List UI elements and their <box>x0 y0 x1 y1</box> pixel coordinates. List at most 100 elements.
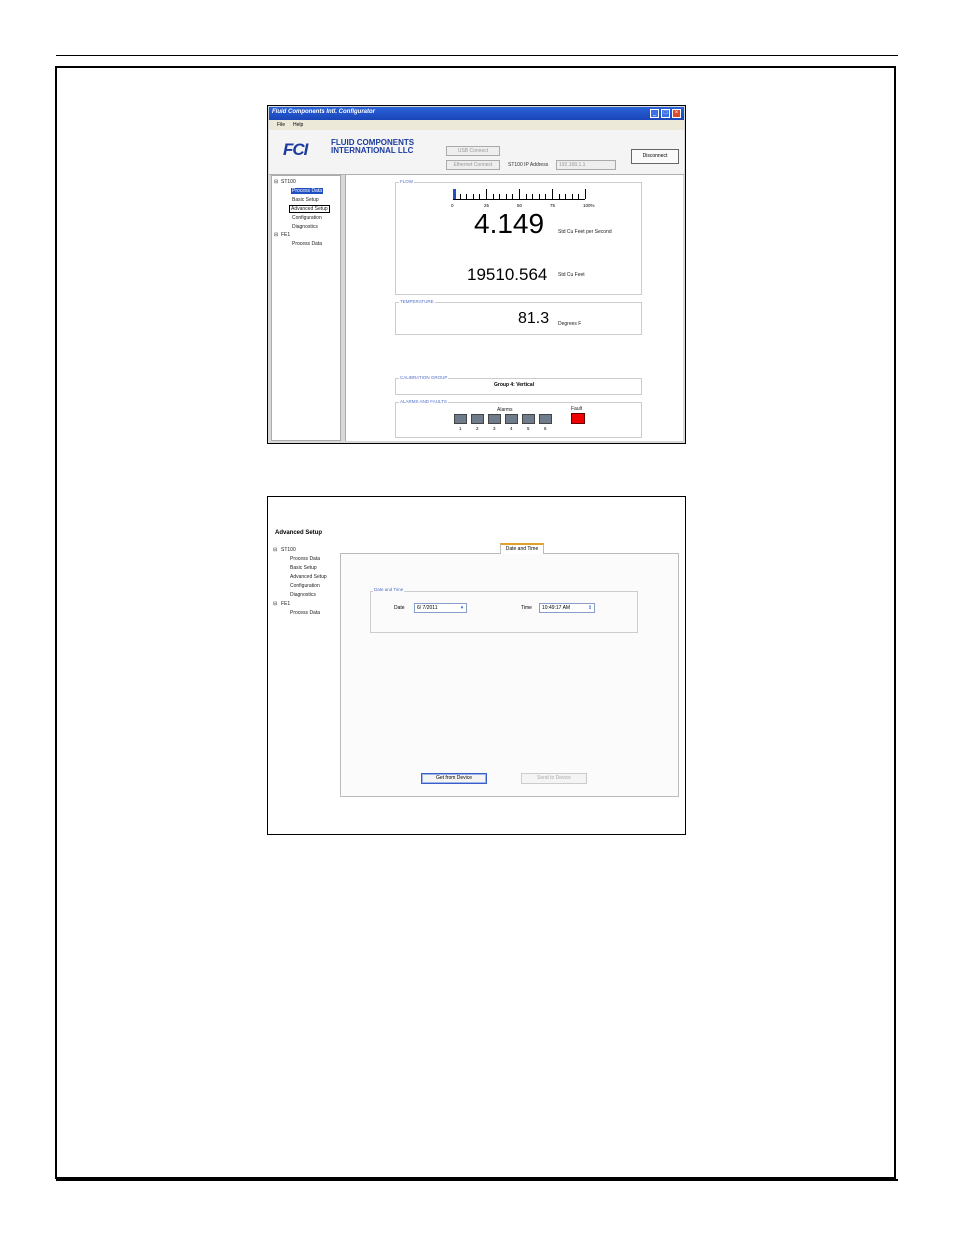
date-value: 6/ 7/2011 <box>417 605 438 611</box>
alarm-number: 1 <box>459 426 462 431</box>
flow-scale-line <box>453 199 585 200</box>
flow-scale-tick-label: 25 <box>484 203 490 208</box>
flow-level-needle <box>453 189 457 199</box>
flow-scale-tick <box>499 194 501 199</box>
close-icon[interactable]: × <box>672 109 681 118</box>
flow-scale-tick <box>519 189 520 199</box>
app-header: FCI FLUID COMPONENTS INTERNATIONAL LLC U… <box>269 130 684 175</box>
tree-item-process-data[interactable]: Process Data <box>291 188 324 194</box>
alarm-indicator <box>539 414 552 424</box>
maximize-icon[interactable]: □ <box>661 109 670 118</box>
get-from-device-button[interactable]: Get from Device <box>421 773 487 784</box>
tree-expand-icon[interactable]: ⊟ <box>274 232 278 238</box>
flow-scale-tick-label: 50 <box>517 203 523 208</box>
menu-bar: File Help <box>269 120 684 130</box>
flow-rate-unit: Std Cu Feet per Second <box>558 229 612 235</box>
date-time-group <box>370 591 638 633</box>
temperature-group-label: TEMPERATURE <box>399 299 435 304</box>
alarm-number: 4 <box>510 426 513 431</box>
tree-item-diagnostics[interactable]: Diagnostics <box>292 224 318 230</box>
calibration-value: Group 4: Vertical <box>494 382 535 388</box>
send-to-device-button[interactable]: Send to Device <box>521 773 587 784</box>
calibration-group-label: CALIBRATION GROUP <box>399 375 449 380</box>
flow-scale-tick <box>565 194 567 199</box>
time-value: 10:49:17 AM <box>542 605 571 611</box>
tree-item-diagnostics[interactable]: Diagnostics <box>290 592 316 598</box>
flow-scale-tick <box>492 194 494 199</box>
fci-logo-mark: FCI <box>283 140 308 159</box>
alarms-group <box>395 402 642 438</box>
tree-root-st100[interactable]: ST100 <box>281 179 296 185</box>
footer-rule <box>56 1179 898 1181</box>
flow-total-unit: Std Cu Feet <box>558 272 585 278</box>
ip-address-field[interactable]: 192.168.1.1 <box>556 160 616 170</box>
alarm-indicator <box>522 414 535 424</box>
disconnect-button[interactable]: Disconnect <box>631 149 679 164</box>
tree-item-process-data[interactable]: Process Data <box>290 556 320 562</box>
menu-file[interactable]: File <box>277 122 285 128</box>
fci-logo-text: FLUID COMPONENTS INTERNATIONAL LLC <box>331 139 414 155</box>
advanced-setup-title: Advanced Setup <box>275 530 323 536</box>
window-title: Fluid Components Intl. Configurator <box>272 109 375 115</box>
advanced-setup-screenshot: Advanced Setup ⊟ ST100 Process Data Basi… <box>267 496 686 835</box>
usb-connect-button[interactable]: USB Connect <box>446 146 500 156</box>
flow-scale-tick <box>545 194 547 199</box>
device-tree-2: ⊟ ST100 Process Data Basic Setup Advance… <box>273 544 339 624</box>
logo-line-2: INTERNATIONAL LLC <box>331 146 414 155</box>
tree-item-fe-process-data[interactable]: Process Data <box>292 241 322 247</box>
alarms-group-label: ALARMS AND FAULTS <box>399 399 448 404</box>
alarm-number: 3 <box>493 426 496 431</box>
flow-scale-tick <box>558 194 560 199</box>
flow-scale-tick-label: 0 <box>451 203 454 208</box>
tab-date-and-time[interactable]: Date and Time <box>500 543 544 554</box>
time-label: Time <box>521 605 532 611</box>
tree-item-basic-setup[interactable]: Basic Setup <box>292 197 319 203</box>
flow-scale-tick <box>578 194 580 199</box>
tree-expand-icon[interactable]: ⊟ <box>274 179 278 185</box>
tree-root-fe1[interactable]: FE1 <box>281 601 290 607</box>
tree-item-fe-process-data[interactable]: Process Data <box>290 610 320 616</box>
chevron-down-icon[interactable]: ▾ <box>458 604 466 612</box>
temperature-value: 81.3 <box>518 310 550 327</box>
temperature-unit: Degrees F <box>558 321 582 327</box>
alarm-indicator <box>488 414 501 424</box>
tree-item-advanced-setup[interactable]: Advanced Setup <box>289 205 330 213</box>
ethernet-connect-button[interactable]: Ethernet Connect <box>446 160 500 170</box>
flow-scale-tick <box>472 194 474 199</box>
date-label: Date <box>394 605 405 611</box>
alarm-number: 5 <box>527 426 530 431</box>
tree-item-configuration[interactable]: Configuration <box>290 583 320 589</box>
minimize-icon[interactable]: _ <box>650 109 659 118</box>
flow-scale-tick <box>459 194 461 199</box>
flow-scale-tick-label: 75 <box>550 203 556 208</box>
alarm-indicator <box>505 414 518 424</box>
time-picker[interactable]: 10:49:17 AM ⇕ <box>539 603 595 613</box>
date-picker[interactable]: 6/ 7/2011 ▾ <box>414 603 467 613</box>
device-tree: ⊟ ST100 Process Data Basic Setup Advance… <box>271 175 341 441</box>
tree-item-basic-setup[interactable]: Basic Setup <box>290 565 317 571</box>
tree-root-fe1[interactable]: FE1 <box>281 232 290 238</box>
spinner-icon[interactable]: ⇕ <box>586 604 594 612</box>
flow-scale-tick <box>538 194 540 199</box>
menu-help[interactable]: Help <box>293 122 303 128</box>
alarm-indicator <box>471 414 484 424</box>
tree-item-configuration[interactable]: Configuration <box>292 215 322 221</box>
flow-scale-tick <box>585 189 586 199</box>
header-rule <box>56 55 898 56</box>
flow-scale-tick <box>532 194 534 199</box>
flow-scale-tick <box>525 194 527 199</box>
flow-scale-tick-label: 100% <box>583 203 595 208</box>
flow-scale-tick <box>505 194 507 199</box>
fault-indicator <box>571 413 585 424</box>
flow-scale-tick <box>571 194 573 199</box>
alarm-number: 6 <box>544 426 547 431</box>
flow-total-value: 19510.564 <box>467 265 548 284</box>
date-time-group-label: Date and Time <box>373 587 405 592</box>
flow-scale-tick <box>486 189 487 199</box>
alarm-indicator <box>454 414 467 424</box>
tree-item-advanced-setup[interactable]: Advanced Setup <box>290 574 327 580</box>
tree-expand-icon[interactable]: ⊟ <box>273 601 277 607</box>
tree-root-st100[interactable]: ST100 <box>281 547 296 553</box>
tree-expand-icon[interactable]: ⊟ <box>273 547 277 553</box>
flow-group-label: FLOW <box>399 179 414 184</box>
